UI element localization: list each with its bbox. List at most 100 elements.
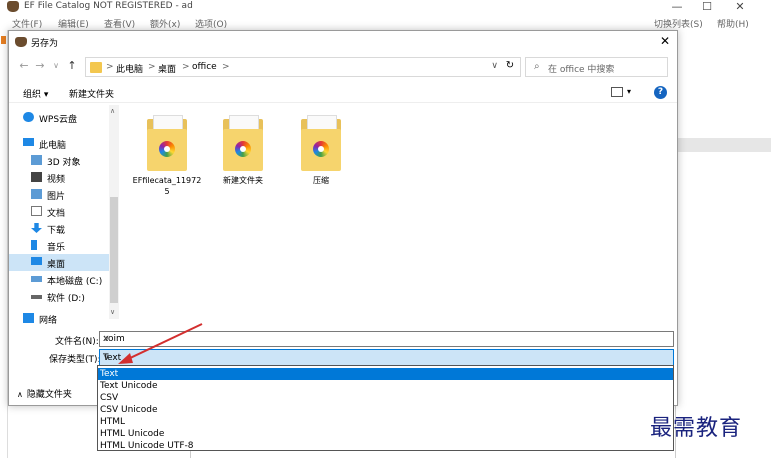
sidebar-scrollbar[interactable]: ∧ ∨ xyxy=(109,105,119,319)
sidebar-item-label: 此电脑 xyxy=(39,141,67,151)
sidebar-item-label: WPS云盘 xyxy=(39,115,78,125)
view-options-icon[interactable] xyxy=(611,87,623,97)
folder-label: 压缩 xyxy=(313,176,329,185)
sidebar-item-label: 下载 xyxy=(47,226,66,236)
sidebar-item-wps-cloud[interactable]: WPS云盘 xyxy=(9,109,109,126)
file-list: EFfilecata_119725 新建文件夹 压缩 xyxy=(121,105,676,319)
sidebar-item-network[interactable]: 网络 xyxy=(9,310,109,327)
app-titlebar: EF File Catalog NOT REGISTERED - ad — ☐ … xyxy=(0,0,771,15)
breadcrumb-this-pc[interactable]: 此电脑 xyxy=(116,62,143,75)
dropdown-option[interactable]: CSV xyxy=(98,392,673,404)
dialog-close-button[interactable]: ✕ xyxy=(657,33,673,49)
app-left-strip xyxy=(0,30,8,458)
sidebar-item-label: 音乐 xyxy=(47,243,66,253)
menu-toggle-list[interactable]: 切换列表(S) xyxy=(654,17,703,30)
dialog-title: 另存为 xyxy=(31,39,59,49)
cube-icon xyxy=(31,155,42,165)
sidebar-item-label: 3D 对象 xyxy=(47,158,81,168)
breadcrumb-separator: > xyxy=(148,62,156,72)
folder-item[interactable]: EFfilecata_119725 xyxy=(131,115,203,197)
dropdown-option[interactable]: Text Unicode xyxy=(98,380,673,392)
refresh-icon[interactable]: ↻ xyxy=(500,57,520,77)
menu-file[interactable]: 文件(F) xyxy=(12,17,42,30)
sidebar-item-label: 网络 xyxy=(39,316,58,326)
sidebar-item-pictures[interactable]: 图片 xyxy=(9,186,109,203)
folder-icon xyxy=(145,115,189,171)
organize-button[interactable]: 组织 ▾ xyxy=(23,87,48,100)
folder-item[interactable]: 压缩 xyxy=(285,115,357,186)
dialog-toolbar: 组织 ▾ 新建文件夹 ▾ ? xyxy=(9,83,677,103)
sidebar-item-desktop[interactable]: 桌面 xyxy=(9,254,109,271)
scroll-down-icon[interactable]: ∨ xyxy=(110,308,115,316)
app-selected-row xyxy=(676,138,771,152)
address-bar[interactable]: > 此电脑 > 桌面 > office > ∨ xyxy=(85,57,521,77)
dialog-app-icon xyxy=(15,37,27,47)
back-arrow-icon[interactable]: ← xyxy=(17,59,31,73)
breadcrumb-office[interactable]: office xyxy=(192,62,217,72)
forward-arrow-icon[interactable]: → xyxy=(33,59,47,73)
document-icon xyxy=(31,206,42,216)
drive-icon xyxy=(31,295,42,299)
folder-icon xyxy=(221,115,265,171)
scroll-up-icon[interactable]: ∧ xyxy=(110,107,115,115)
folder-label: EFfilecata_119725 xyxy=(132,176,202,196)
maximize-button[interactable]: ☐ xyxy=(694,0,720,15)
sidebar-item-label: 本地磁盘 (C:) xyxy=(47,277,103,287)
picture-icon xyxy=(31,189,42,199)
breadcrumb-separator: > xyxy=(182,62,190,72)
dropdown-option[interactable]: HTML Unicode xyxy=(98,428,673,440)
scrollbar-thumb[interactable] xyxy=(110,197,118,303)
drive-icon xyxy=(31,276,42,282)
folder-label: 新建文件夹 xyxy=(223,176,263,185)
help-icon[interactable]: ? xyxy=(654,86,667,99)
breadcrumb-desktop[interactable]: 桌面 xyxy=(158,62,176,75)
sidebar-item-3d-objects[interactable]: 3D 对象 xyxy=(9,152,109,169)
view-dropdown-icon[interactable]: ▾ xyxy=(627,87,631,96)
navigation-bar: ← → ∨ ↑ > 此电脑 > 桌面 > office > ∨ ↻ ⌕ 在 of… xyxy=(9,55,677,79)
sidebar-item-label: 图片 xyxy=(47,192,66,202)
dropdown-option[interactable]: HTML Unicode UTF-8 xyxy=(98,440,673,452)
menu-options[interactable]: 选项(O) xyxy=(195,17,227,30)
menu-edit[interactable]: 编辑(E) xyxy=(58,17,89,30)
new-folder-button[interactable]: 新建文件夹 xyxy=(69,87,114,100)
sidebar-item-videos[interactable]: 视频 xyxy=(9,169,109,186)
close-app-button[interactable]: ✕ xyxy=(727,0,753,15)
up-arrow-icon[interactable]: ↑ xyxy=(65,59,79,73)
hide-folders-button[interactable]: ∧ 隐藏文件夹 xyxy=(17,387,72,400)
search-input[interactable]: ⌕ 在 office 中搜索 xyxy=(525,57,668,77)
folder-item[interactable]: 新建文件夹 xyxy=(207,115,279,186)
computer-icon xyxy=(23,138,34,146)
breadcrumb-separator: > xyxy=(222,62,230,72)
sidebar-item-label: 视频 xyxy=(47,175,66,185)
recent-locations-icon[interactable]: ∨ xyxy=(49,59,63,73)
address-dropdown-icon[interactable]: ∨ xyxy=(491,61,498,71)
sidebar-item-label: 软件 (D:) xyxy=(47,294,85,304)
app-logo-icon xyxy=(7,1,19,12)
watermark: 最需教育 xyxy=(650,416,743,441)
menu-help[interactable]: 帮助(H) xyxy=(717,17,749,30)
hide-folders-label: 隐藏文件夹 xyxy=(26,390,72,400)
menu-view[interactable]: 查看(V) xyxy=(104,17,135,30)
download-icon xyxy=(31,223,42,233)
sidebar-item-label: 文档 xyxy=(47,209,66,219)
cloud-icon xyxy=(23,112,34,122)
app-marker-icon xyxy=(1,36,6,44)
sidebar-item-label: 桌面 xyxy=(47,260,66,270)
menu-extra[interactable]: 额外(x) xyxy=(150,17,180,30)
sidebar-item-downloads[interactable]: 下载 xyxy=(9,220,109,237)
breadcrumb-separator: > xyxy=(106,62,114,72)
video-icon xyxy=(31,172,42,182)
sidebar-item-this-pc[interactable]: 此电脑 xyxy=(9,135,109,152)
sidebar-item-local-disk-c[interactable]: 本地磁盘 (C:) xyxy=(9,271,109,288)
app-title: EF File Catalog NOT REGISTERED - ad xyxy=(24,1,193,11)
folder-icon xyxy=(299,115,343,171)
sidebar-item-music[interactable]: 音乐 xyxy=(9,237,109,254)
sidebar-item-documents[interactable]: 文档 xyxy=(9,203,109,220)
sidebar-item-software-d[interactable]: 软件 (D:) xyxy=(9,288,109,305)
music-icon xyxy=(31,240,37,250)
filetype-dropdown-list: Text Text Unicode CSV CSV Unicode HTML H… xyxy=(97,365,674,451)
dropdown-option[interactable]: CSV Unicode xyxy=(98,404,673,416)
minimize-button[interactable]: — xyxy=(664,0,690,15)
dropdown-option[interactable]: HTML xyxy=(98,416,673,428)
app-menubar: 文件(F) 编辑(E) 查看(V) 额外(x) 选项(O) 切换列表(S) 帮助… xyxy=(0,15,771,30)
